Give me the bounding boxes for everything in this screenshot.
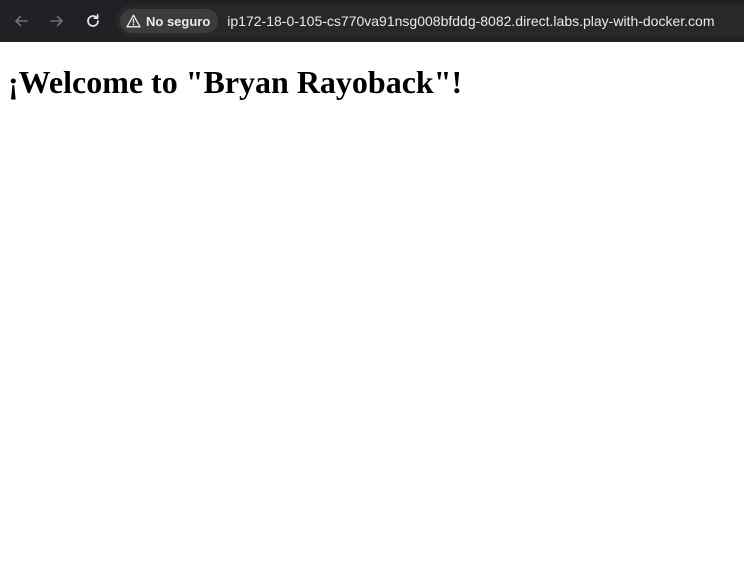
back-button[interactable]	[6, 6, 36, 36]
reload-button[interactable]	[78, 6, 108, 36]
arrow-right-icon	[50, 15, 63, 27]
browser-toolbar: No seguro ip172-18-0-105-cs770va91nsg008…	[0, 0, 744, 42]
url-text[interactable]: ip172-18-0-105-cs770va91nsg008bfddg-8082…	[227, 13, 714, 29]
forward-button[interactable]	[42, 6, 72, 36]
address-bar[interactable]: No seguro ip172-18-0-105-cs770va91nsg008…	[116, 5, 744, 37]
security-label: No seguro	[146, 13, 211, 29]
security-indicator[interactable]: No seguro	[120, 9, 219, 33]
page-heading: ¡Welcome to "Bryan Rayoback"!	[8, 64, 463, 100]
reload-icon	[87, 13, 99, 27]
page-content: ¡Welcome to "Bryan Rayoback"!	[0, 42, 744, 585]
arrow-left-icon	[15, 15, 28, 27]
warning-triangle-icon	[126, 14, 141, 28]
